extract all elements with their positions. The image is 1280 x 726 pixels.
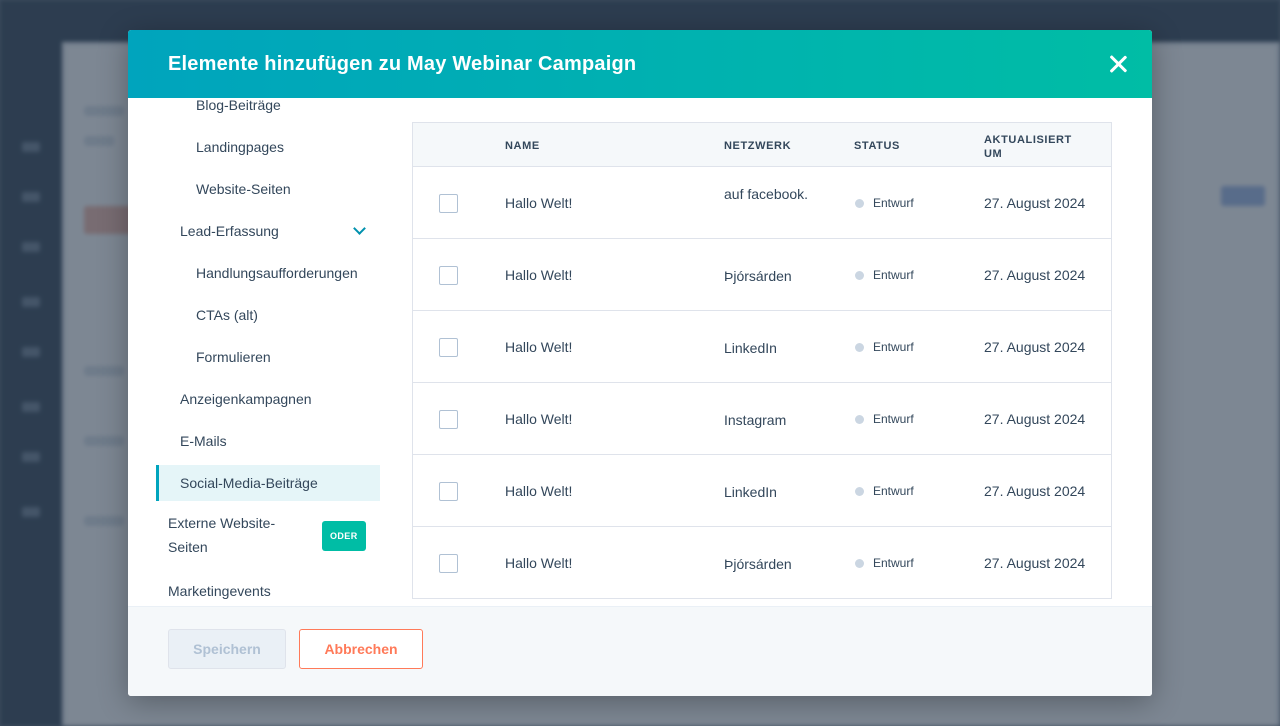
cell-network: LinkedIn <box>724 340 777 356</box>
nav-item-label: Anzeigenkampagnen <box>180 391 312 407</box>
chevron-down-icon[interactable] <box>353 222 366 235</box>
add-elements-dialog: Elemente hinzufügen zu May Webinar Campa… <box>128 30 1152 696</box>
asset-type-nav: Blog-Beiträge Landingpages Website-Seite… <box>156 98 380 608</box>
cell-status: Entwurf <box>855 340 914 354</box>
column-header-status[interactable]: STATUS <box>854 140 900 152</box>
cell-name: Hallo Welt! <box>505 267 573 283</box>
cell-updated: 27. August 2024 <box>984 411 1086 427</box>
cell-updated: 27. August 2024 <box>984 483 1086 499</box>
table-row[interactable]: Hallo Welt! LinkedIn Entwurf 27. August … <box>413 455 1111 527</box>
nav-item-lead-capture[interactable]: Lead-Erfassung <box>156 213 380 249</box>
nav-item-label: Lead-Erfassung <box>180 223 279 239</box>
dialog-footer: Speichern Abbrechen <box>128 606 1152 696</box>
cell-status: Entwurf <box>855 412 914 426</box>
status-dot-icon <box>855 342 864 352</box>
cell-network: Þjórsárden <box>724 556 792 572</box>
dialog-title: Elemente hinzufügen zu May Webinar Campa… <box>168 52 637 75</box>
status-label: Entwurf <box>873 484 914 498</box>
row-checkbox[interactable] <box>439 410 458 429</box>
cell-name: Hallo Welt! <box>505 411 573 427</box>
status-label: Entwurf <box>873 412 914 426</box>
social-posts-table: NAME NETZWERK STATUS AKTUALISIERT UM Hal… <box>412 122 1112 599</box>
nav-item-external-pages[interactable]: Externe Website-Seiten ODER <box>156 511 380 563</box>
cancel-button[interactable]: Abbrechen <box>299 629 423 669</box>
column-header-name[interactable]: NAME <box>505 140 540 152</box>
column-header-updated[interactable]: AKTUALISIERT UM <box>984 133 1084 161</box>
table-header: NAME NETZWERK STATUS AKTUALISIERT UM <box>413 123 1111 167</box>
dialog-header: Elemente hinzufügen zu May Webinar Campa… <box>128 30 1152 98</box>
cell-name: Hallo Welt! <box>505 483 573 499</box>
nav-item-ctas-legacy[interactable]: CTAs (alt) <box>156 297 380 333</box>
table-row[interactable]: Hallo Welt! Þjórsárden Entwurf 27. Augus… <box>413 239 1111 311</box>
cell-status: Entwurf <box>855 268 914 282</box>
table-row[interactable]: Hallo Welt! LinkedIn Entwurf 27. August … <box>413 311 1111 383</box>
nav-item-marketing-events[interactable]: Marketingevents <box>156 573 380 608</box>
status-label: Entwurf <box>873 196 914 210</box>
cell-status: Entwurf <box>855 556 914 570</box>
row-checkbox[interactable] <box>439 194 458 213</box>
status-dot-icon <box>855 486 864 496</box>
cell-network: auf facebook. <box>724 186 809 202</box>
nav-item-label: Marketingevents <box>168 583 271 599</box>
nav-item-forms[interactable]: Formulieren <box>156 339 380 375</box>
cell-network: LinkedIn <box>724 484 777 500</box>
nav-item-label: Formulieren <box>196 349 271 365</box>
cell-updated: 27. August 2024 <box>984 267 1086 283</box>
close-icon[interactable] <box>1106 52 1130 76</box>
cell-network: Instagram <box>724 412 787 428</box>
table-row[interactable]: Hallo Welt! Þjórsárden Entwurf 27. Augus… <box>413 527 1111 598</box>
nav-item-label: Blog-Beiträge <box>196 98 281 113</box>
row-checkbox[interactable] <box>439 482 458 501</box>
cell-updated: 27. August 2024 <box>984 195 1086 211</box>
nav-item-social-posts[interactable]: Social-Media-Beiträge <box>156 465 380 501</box>
nav-item-label: Social-Media-Beiträge <box>180 475 318 491</box>
status-dot-icon <box>855 270 864 280</box>
nav-item-landingpages[interactable]: Landingpages <box>156 129 380 165</box>
status-dot-icon <box>855 558 864 568</box>
cell-status: Entwurf <box>855 484 914 498</box>
cell-name: Hallo Welt! <box>505 339 573 355</box>
cell-name: Hallo Welt! <box>505 555 573 571</box>
row-checkbox[interactable] <box>439 554 458 573</box>
table-row[interactable]: Hallo Welt! auf facebook. Entwurf 27. Au… <box>413 167 1111 239</box>
nav-item-website-pages[interactable]: Website-Seiten <box>156 171 380 207</box>
or-badge: ODER <box>322 521 366 551</box>
nav-item-label: CTAs (alt) <box>196 307 258 323</box>
cell-network: Þjórsárden <box>724 268 792 284</box>
cell-updated: 27. August 2024 <box>984 339 1086 355</box>
status-label: Entwurf <box>873 556 914 570</box>
nav-item-label: Handlungsaufforderungen <box>196 265 358 281</box>
table-row[interactable]: Hallo Welt! Instagram Entwurf 27. August… <box>413 383 1111 455</box>
status-label: Entwurf <box>873 268 914 282</box>
status-label: Entwurf <box>873 340 914 354</box>
cell-status: Entwurf <box>855 196 914 210</box>
column-header-network[interactable]: NETZWERK <box>724 140 791 152</box>
nav-item-ad-campaigns[interactable]: Anzeigenkampagnen <box>156 381 380 417</box>
nav-item-label: Website-Seiten <box>196 181 291 197</box>
save-button[interactable]: Speichern <box>168 629 286 669</box>
nav-item-ctas[interactable]: Handlungsaufforderungen <box>156 255 380 291</box>
status-dot-icon <box>855 414 864 424</box>
cell-name: Hallo Welt! <box>505 195 573 211</box>
cell-updated: 27. August 2024 <box>984 555 1086 571</box>
nav-item-label: Landingpages <box>196 139 284 155</box>
nav-item-emails[interactable]: E-Mails <box>156 423 380 459</box>
nav-item-label: Externe Website-Seiten <box>168 515 276 555</box>
nav-item-blog-posts[interactable]: Blog-Beiträge <box>156 98 380 123</box>
row-checkbox[interactable] <box>439 338 458 357</box>
nav-item-label: E-Mails <box>180 433 227 449</box>
status-dot-icon <box>855 198 864 208</box>
row-checkbox[interactable] <box>439 266 458 285</box>
